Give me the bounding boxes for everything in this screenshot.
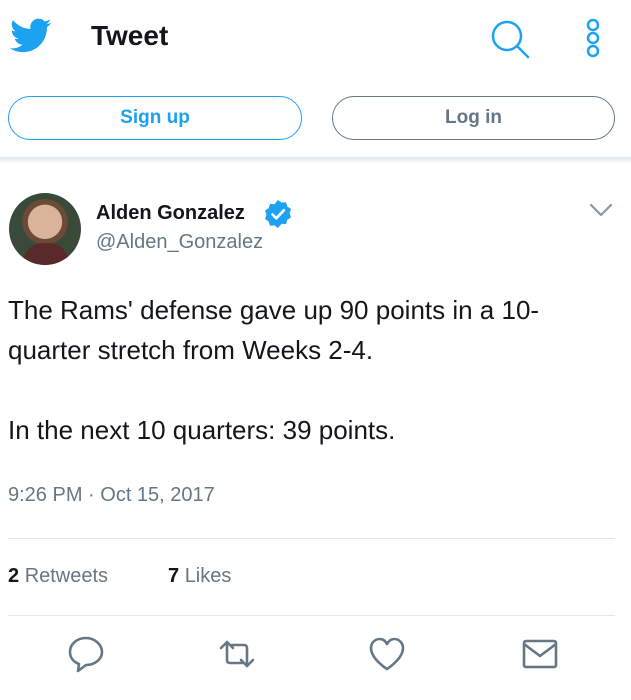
- author-name[interactable]: Alden Gonzalez: [96, 202, 245, 225]
- reply-icon[interactable]: [66, 634, 106, 674]
- divider: [8, 615, 615, 616]
- message-icon[interactable]: [520, 634, 560, 674]
- likes-stat[interactable]: 7 Likes: [168, 565, 231, 588]
- author-handle[interactable]: @Alden_Gonzalez: [96, 231, 263, 254]
- avatar[interactable]: [9, 193, 81, 265]
- top-app-bar: Tweet: [0, 0, 631, 80]
- divider: [8, 538, 615, 539]
- likes-label: Likes: [184, 565, 232, 587]
- search-icon[interactable]: [488, 17, 532, 61]
- verified-badge-icon: [265, 200, 291, 228]
- more-vertical-icon[interactable]: [580, 16, 606, 60]
- avatar-shirt: [23, 243, 69, 265]
- header-divider: [0, 157, 631, 162]
- auth-buttons: Sign up Log in: [0, 96, 631, 144]
- like-icon[interactable]: [367, 634, 407, 674]
- tweet-text: The Rams' defense gave up 90 points in a…: [8, 295, 540, 445]
- sign-up-button[interactable]: Sign up: [8, 96, 302, 140]
- retweet-icon[interactable]: [217, 634, 257, 674]
- tweet-timestamp[interactable]: 9:26 PM · Oct 15, 2017: [8, 484, 215, 507]
- tweet-actions: [0, 630, 631, 680]
- retweets-label: Retweets: [24, 565, 109, 587]
- likes-count: 7: [168, 565, 180, 587]
- retweets-stat[interactable]: 2 Retweets: [8, 565, 108, 588]
- twitter-bird-icon[interactable]: [10, 18, 52, 54]
- chevron-down-icon[interactable]: [588, 200, 614, 220]
- page-title: Tweet: [91, 20, 169, 51]
- log-in-button[interactable]: Log in: [332, 96, 615, 140]
- retweets-count: 2: [8, 565, 20, 587]
